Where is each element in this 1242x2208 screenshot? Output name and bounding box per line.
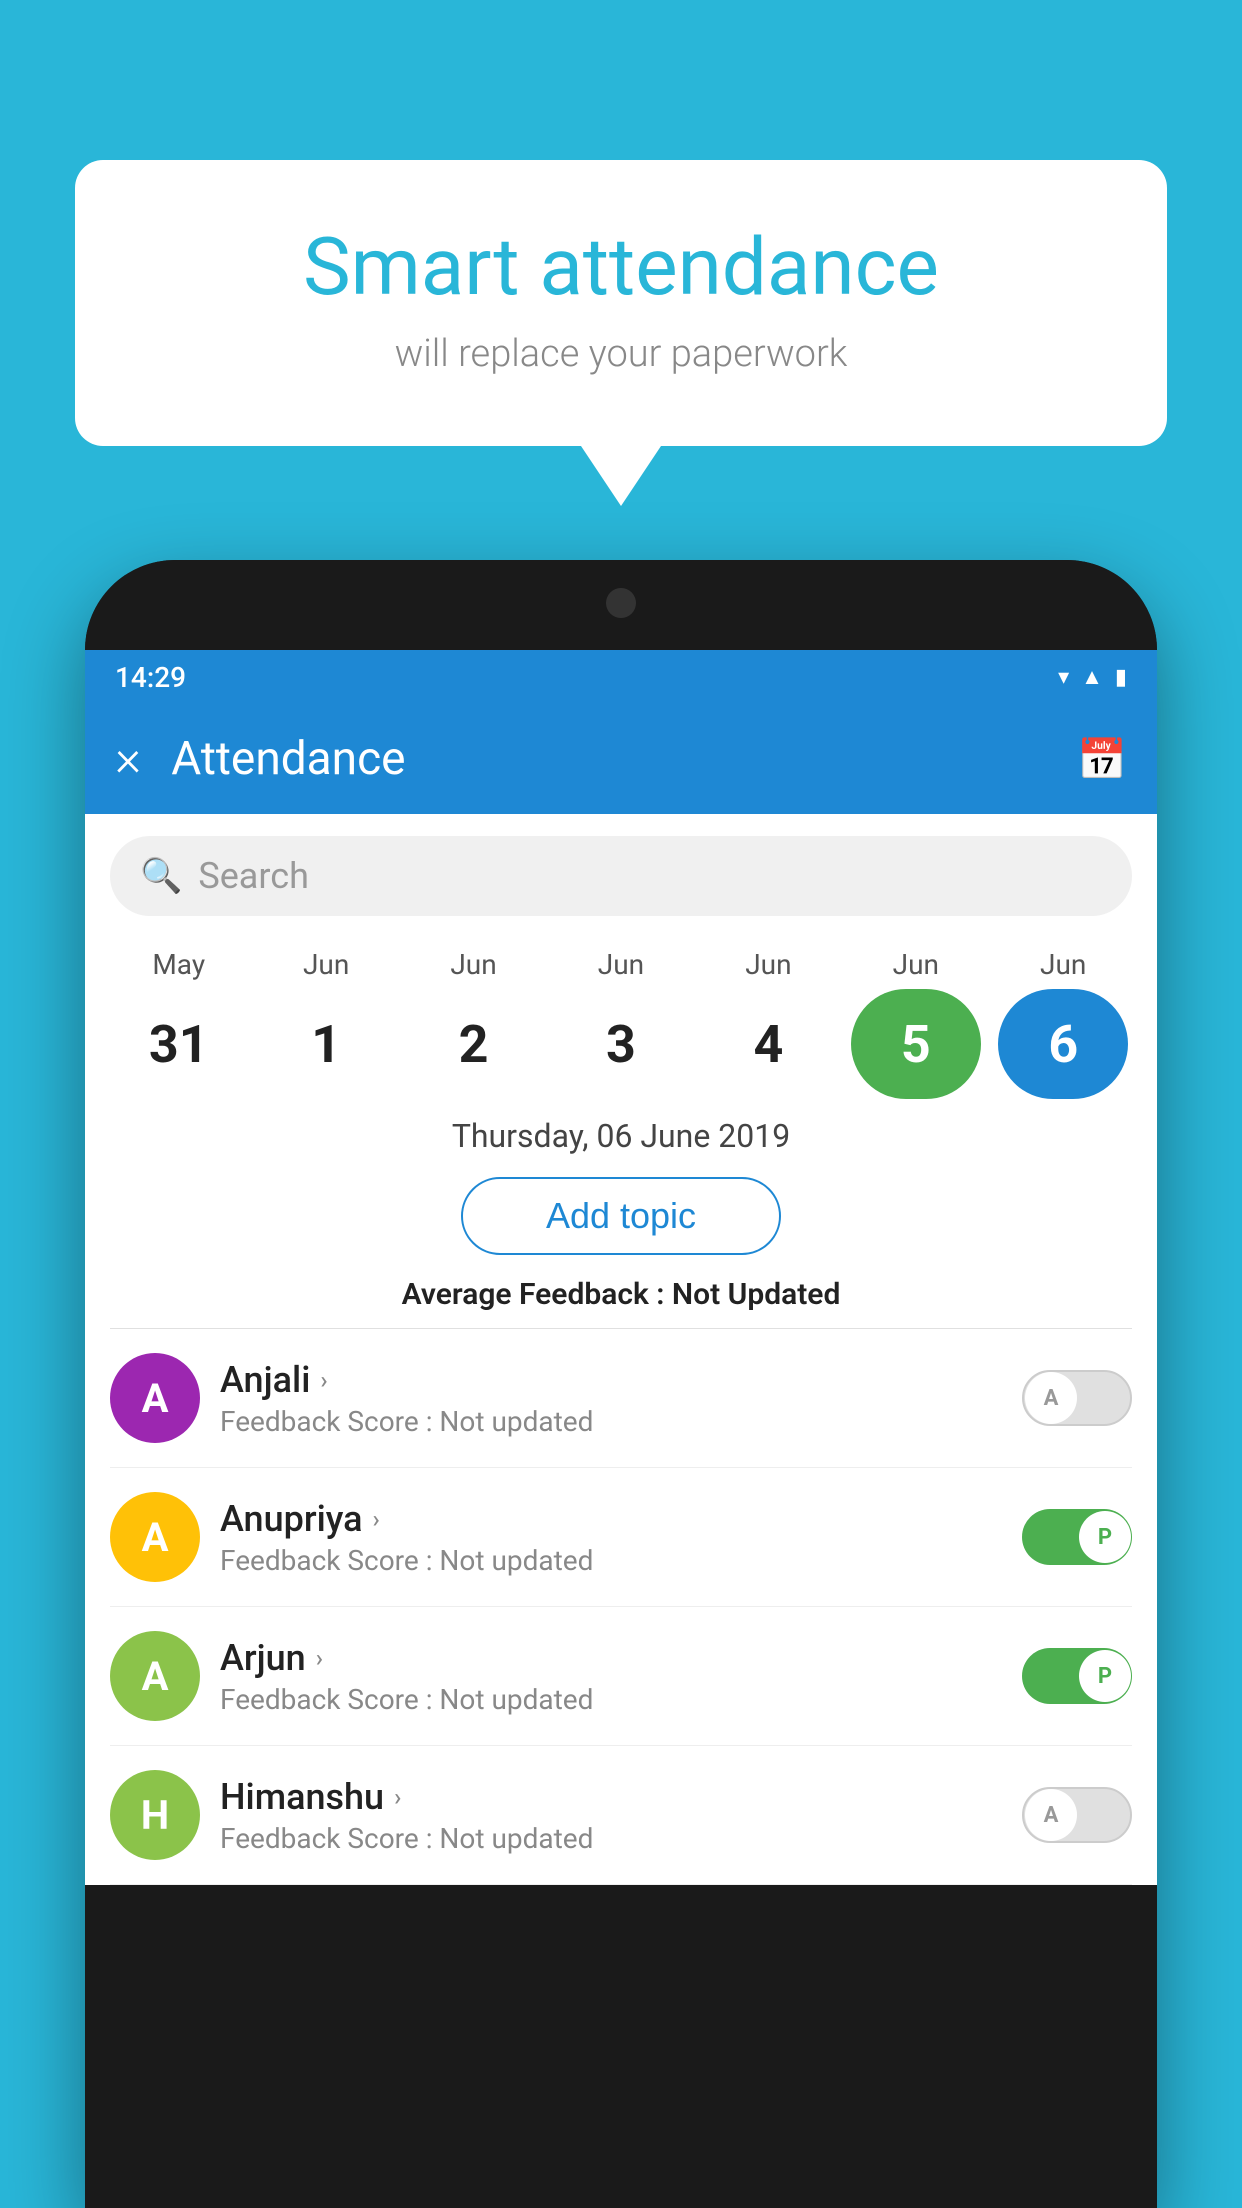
speech-bubble: Smart attendance will replace your paper… [75,160,1167,446]
calendar-days: 31 1 2 3 4 5 6 [105,989,1137,1099]
cal-day-5[interactable]: 5 [851,989,981,1099]
cal-month-1: Jun [261,948,391,981]
toggle-arjun[interactable]: P [1022,1648,1132,1704]
cal-day-1[interactable]: 1 [261,989,391,1099]
phone-camera [606,588,636,618]
chevron-anupriya: › [373,1505,380,1533]
app-bar: × Attendance 📅 [85,704,1157,814]
cal-day-4[interactable]: 4 [703,989,833,1099]
speech-bubble-tail [581,446,661,506]
search-bar[interactable]: 🔍 Search [110,836,1132,916]
chevron-himanshu: › [394,1783,401,1811]
cal-month-6: Jun [998,948,1128,981]
selected-date-label: Thursday, 06 June 2019 [85,1117,1157,1155]
cal-day-6[interactable]: 6 [998,989,1128,1099]
student-info-anupriya: Anupriya › Feedback Score : Not updated [220,1498,1002,1577]
student-list: A Anjali › Feedback Score : Not updated … [85,1329,1157,1885]
speech-bubble-subtitle: will replace your paperwork [155,332,1087,376]
avg-feedback-label: Average Feedback : [402,1277,672,1312]
close-button[interactable]: × [115,734,141,784]
toggle-knob-anupriya: P [1079,1511,1131,1563]
toggle-knob-anjali: A [1025,1372,1077,1424]
student-item-anjali: A Anjali › Feedback Score : Not updated … [110,1329,1132,1468]
student-item-anupriya: A Anupriya › Feedback Score : Not update… [110,1468,1132,1607]
calendar-strip: May Jun Jun Jun Jun Jun Jun 31 1 2 3 4 5… [85,938,1157,1099]
cal-month-4: Jun [703,948,833,981]
avatar-arjun: A [110,1631,200,1721]
student-name-anupriya[interactable]: Anupriya › [220,1498,1002,1540]
signal-icon: ▲ [1081,664,1103,690]
student-name-himanshu[interactable]: Himanshu › [220,1776,1002,1818]
student-info-himanshu: Himanshu › Feedback Score : Not updated [220,1776,1002,1855]
toggle-knob-himanshu: A [1025,1789,1077,1841]
average-feedback: Average Feedback : Not Updated [85,1277,1157,1312]
chevron-anjali: › [320,1366,327,1394]
speech-bubble-container: Smart attendance will replace your paper… [75,160,1167,506]
app-title: Attendance [171,732,1047,786]
search-icon: 🔍 [140,856,182,896]
cal-day-3[interactable]: 3 [556,989,686,1099]
chevron-arjun: › [316,1644,323,1672]
cal-month-0: May [114,948,244,981]
avatar-anjali: A [110,1353,200,1443]
status-bar: 14:29 ▾ ▲ ▮ [85,650,1157,704]
student-item-himanshu: H Himanshu › Feedback Score : Not update… [110,1746,1132,1885]
search-placeholder: Search [198,855,309,897]
calendar-months: May Jun Jun Jun Jun Jun Jun [105,948,1137,981]
cal-month-5: Jun [851,948,981,981]
add-topic-button[interactable]: Add topic [461,1177,781,1255]
avg-feedback-value: Not Updated [672,1277,840,1312]
phone-bezel-top [85,560,1157,650]
speech-bubble-title: Smart attendance [155,220,1087,314]
cal-month-2: Jun [409,948,539,981]
battery-icon: ▮ [1115,665,1127,690]
student-info-arjun: Arjun › Feedback Score : Not updated [220,1637,1002,1716]
student-info-anjali: Anjali › Feedback Score : Not updated [220,1359,1002,1438]
student-item-arjun: A Arjun › Feedback Score : Not updated P [110,1607,1132,1746]
cal-day-2[interactable]: 2 [409,989,539,1099]
phone-frame: 14:29 ▾ ▲ ▮ × Attendance 📅 🔍 Search May … [85,560,1157,2208]
student-feedback-himanshu: Feedback Score : Not updated [220,1822,1002,1855]
status-time: 14:29 [115,661,186,694]
student-name-anjali[interactable]: Anjali › [220,1359,1002,1401]
student-feedback-anupriya: Feedback Score : Not updated [220,1544,1002,1577]
toggle-knob-arjun: P [1079,1650,1131,1702]
avatar-anupriya: A [110,1492,200,1582]
avatar-himanshu: H [110,1770,200,1860]
student-feedback-arjun: Feedback Score : Not updated [220,1683,1002,1716]
screen-content: 🔍 Search May Jun Jun Jun Jun Jun Jun 31 … [85,814,1157,1885]
cal-month-3: Jun [556,948,686,981]
toggle-anupriya[interactable]: P [1022,1509,1132,1565]
student-name-arjun[interactable]: Arjun › [220,1637,1002,1679]
status-icons: ▾ ▲ ▮ [1058,664,1127,690]
toggle-himanshu[interactable]: A [1022,1787,1132,1843]
student-feedback-anjali: Feedback Score : Not updated [220,1405,1002,1438]
wifi-icon: ▾ [1058,665,1069,690]
toggle-anjali[interactable]: A [1022,1370,1132,1426]
calendar-icon[interactable]: 📅 [1077,736,1127,783]
cal-day-31[interactable]: 31 [114,989,244,1099]
